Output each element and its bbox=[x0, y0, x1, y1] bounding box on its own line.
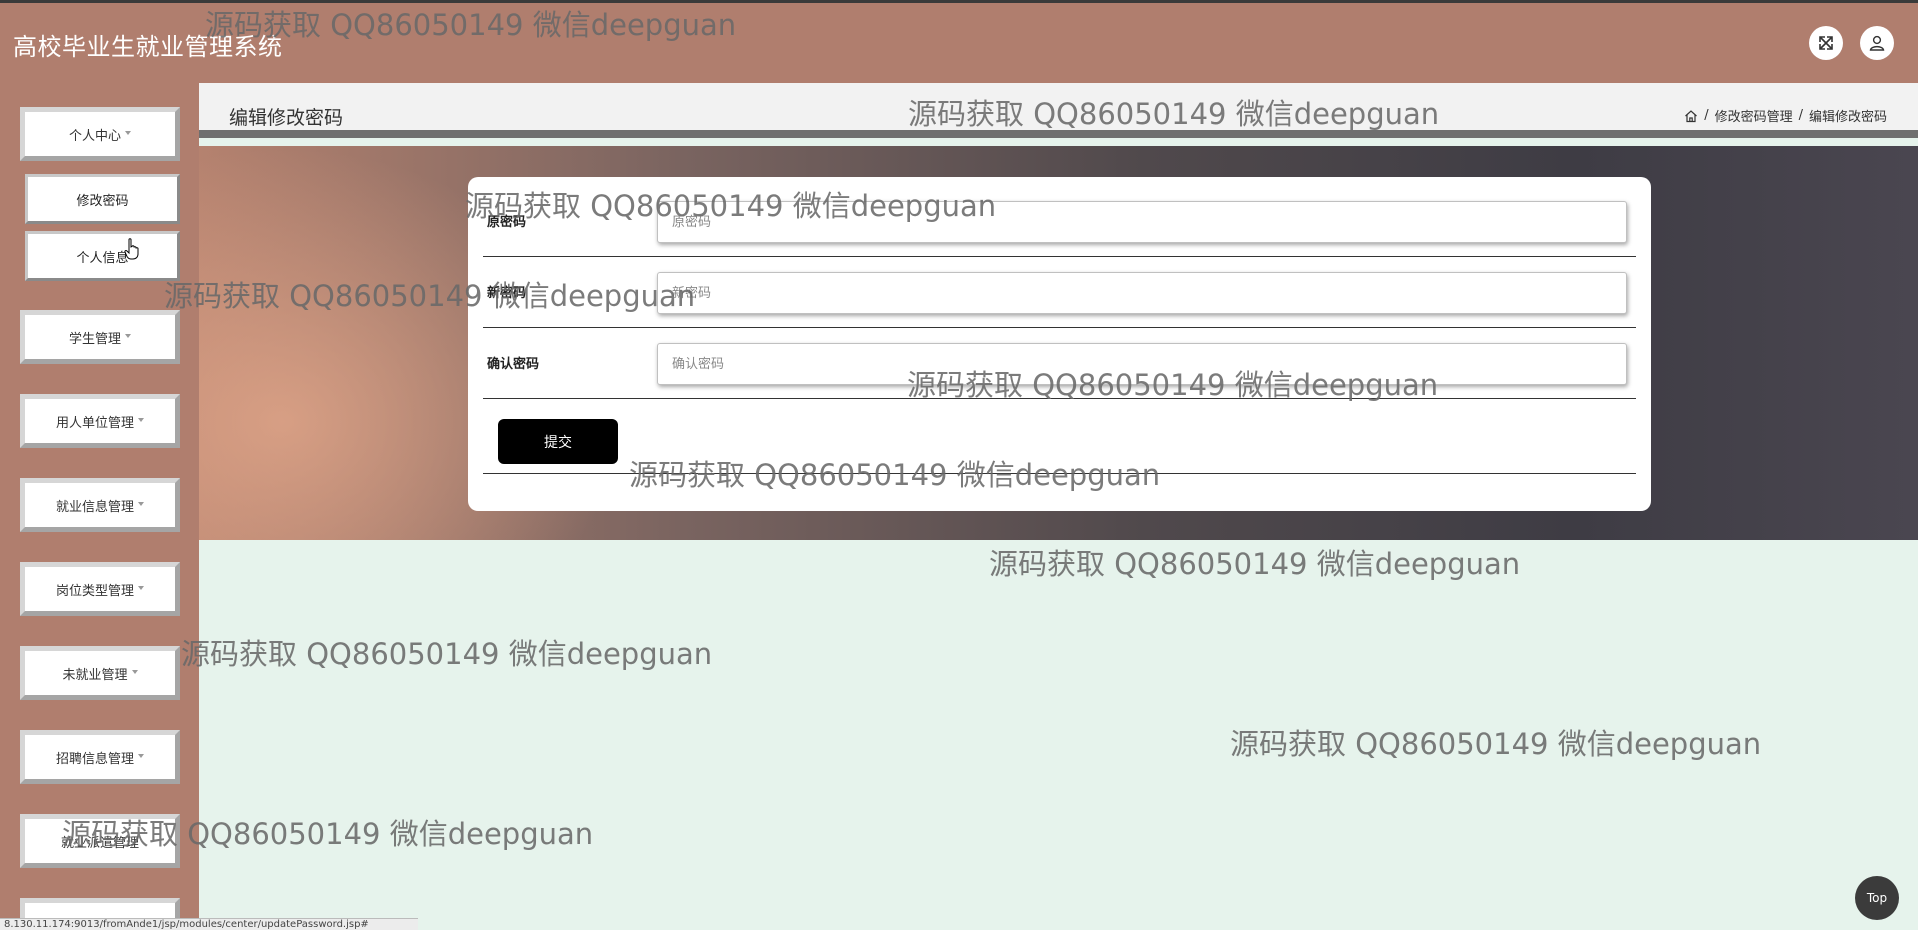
fullscreen-button[interactable] bbox=[1809, 26, 1843, 60]
breadcrumb-item-current: 编辑修改密码 bbox=[1808, 110, 1887, 125]
menu-label: 就业派遣管理 bbox=[60, 835, 139, 851]
page-title: 编辑修改密码 bbox=[229, 107, 344, 129]
browser-status-url: 8.130.11.174:9013/fromAnde1/jsp/modules/… bbox=[0, 918, 418, 930]
submit-button[interactable]: 提交 bbox=[498, 419, 618, 464]
caret-down-icon bbox=[138, 586, 144, 590]
confirm-password-input[interactable] bbox=[657, 343, 1627, 385]
submenu-change-password[interactable]: 修改密码 bbox=[25, 174, 180, 224]
submenu-label: 修改密码 bbox=[76, 193, 129, 209]
caret-down-icon bbox=[125, 131, 131, 135]
caret-down-icon bbox=[125, 334, 131, 338]
user-icon bbox=[1869, 35, 1885, 51]
caret-down-icon bbox=[138, 502, 144, 506]
old-password-input[interactable] bbox=[657, 201, 1627, 243]
menu-label: 招聘信息管理 bbox=[55, 751, 134, 767]
menu-label: 用人单位管理 bbox=[55, 415, 134, 431]
hand-cursor-icon bbox=[124, 238, 139, 260]
old-password-label: 原密码 bbox=[487, 215, 527, 230]
menu-dispatch-management[interactable]: 就业派遣管理 bbox=[20, 814, 180, 868]
caret-down-icon bbox=[138, 418, 144, 422]
back-to-top-button[interactable]: Top bbox=[1855, 876, 1899, 920]
app-title: 高校毕业生就业管理系统 bbox=[13, 33, 283, 61]
user-menu-button[interactable] bbox=[1860, 26, 1894, 60]
menu-student-management[interactable]: 学生管理 bbox=[20, 310, 180, 364]
form-row-new-password: 新密码 bbox=[483, 258, 1636, 328]
form-row-confirm-password: 确认密码 bbox=[483, 329, 1636, 399]
top-header bbox=[0, 0, 1918, 83]
confirm-password-label: 确认密码 bbox=[487, 357, 540, 372]
menu-label: 个人中心 bbox=[68, 128, 121, 144]
menu-employment-info-management[interactable]: 就业信息管理 bbox=[20, 478, 180, 532]
form-divider bbox=[483, 473, 1636, 474]
menu-employer-management[interactable]: 用人单位管理 bbox=[20, 394, 180, 448]
watermark-text: 源码获取 QQ86050149 微信deepguan bbox=[181, 637, 713, 671]
caret-down-icon bbox=[131, 670, 138, 674]
breadcrumb-item[interactable]: 修改密码管理 bbox=[1715, 106, 1793, 125]
menu-label: 学生管理 bbox=[68, 331, 121, 347]
submenu-label: 个人信息 bbox=[76, 250, 129, 266]
form-row-old-password: 原密码 bbox=[483, 187, 1636, 257]
menu-label: 就业信息管理 bbox=[55, 499, 134, 515]
new-password-input[interactable] bbox=[657, 272, 1627, 314]
menu-label: 未就业管理 bbox=[62, 667, 128, 683]
breadcrumb: / 修改密码管理 / 编辑修改密码 bbox=[1684, 106, 1887, 125]
menu-unemployed-management[interactable]: 未就业管理 bbox=[20, 646, 180, 700]
watermark-text: 源码获取 QQ86050149 微信deepguan bbox=[1230, 727, 1762, 761]
breadcrumb-separator: / bbox=[1704, 108, 1709, 123]
breadcrumb-bar bbox=[199, 83, 1918, 138]
watermark-text: 源码获取 QQ86050149 微信deepguan bbox=[989, 547, 1521, 581]
menu-label: 岗位类型管理 bbox=[55, 583, 134, 599]
caret-down-icon bbox=[138, 754, 144, 758]
home-icon[interactable] bbox=[1684, 109, 1698, 123]
submenu-personal-info[interactable]: 个人信息 bbox=[25, 231, 180, 281]
new-password-label: 新密码 bbox=[487, 286, 527, 301]
menu-job-type-management[interactable]: 岗位类型管理 bbox=[20, 562, 180, 616]
expand-icon bbox=[1819, 36, 1833, 50]
menu-personal-center[interactable]: 个人中心 bbox=[20, 107, 180, 161]
menu-recruitment-info-management[interactable]: 招聘信息管理 bbox=[20, 730, 180, 784]
breadcrumb-separator: / bbox=[1798, 108, 1803, 123]
